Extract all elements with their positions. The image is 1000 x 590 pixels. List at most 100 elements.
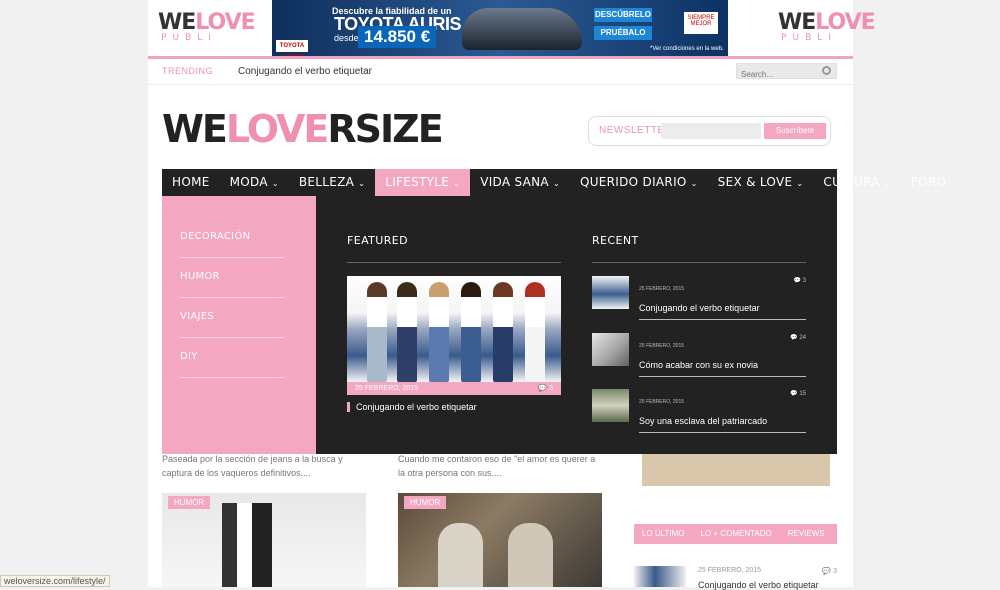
nav-item-sex-love[interactable]: SEX & LOVE ⌄ [708,169,814,196]
tab-lo-ultimo[interactable]: LO ÚLTIMO [634,524,693,544]
nav-label: QUERIDO DIARIO [579,175,687,189]
mega-cat-decoracion[interactable]: DECORACIÓN [180,219,284,258]
trending-link[interactable]: Conjugando el verbo etiquetar [238,66,372,77]
post-excerpt: Cuando me contaron eso de "el amor es qu… [398,454,596,478]
person-image [508,523,553,587]
nav-label: HOME [172,175,210,189]
nav-item-cultura[interactable]: CULTURA ⌄ [813,169,901,196]
divider [592,262,806,263]
nav-label: SEX & LOVE [717,175,793,189]
comment-count[interactable]: 💬 15 [790,390,806,397]
nav-label: FORO [910,175,947,189]
recent-title[interactable]: Soy una esclava del patriarcado [639,416,767,426]
nav-label: MODA [229,175,268,189]
comment-count-value: 3 [833,568,837,575]
publi-left[interactable]: WELOVE PUBLI [158,10,256,43]
nav-item-home[interactable]: HOME [162,169,220,196]
divider [639,376,806,377]
recent-date: 25 FEBRERO, 2015 [639,399,685,405]
recent-title[interactable]: Cómo acabar con su ex novia [639,360,758,370]
person-image [438,523,483,587]
recent-thumbnail [592,389,629,422]
comment-count-value: 15 [799,391,806,397]
post-card[interactable]: HUMOR [398,493,602,587]
mega-menu-categories: DECORACIÓN HUMOR VIAJES DIY [162,196,316,454]
banner-price: 14.850 € [358,26,437,48]
banner-try-button[interactable]: PRUÉBALO [594,26,652,40]
post-card[interactable]: HUMOR [162,493,366,587]
banner-discover-button[interactable]: DESCÚBRELO [594,8,652,22]
mega-cat-diy[interactable]: DIY [180,339,284,378]
sidebar-widget-image[interactable] [642,452,830,486]
recent-thumbnail [592,333,629,366]
featured-date: 25 FEBRERO, 2015 [355,385,419,392]
post-excerpt: Paseada por la sección de jeans a la bus… [162,454,343,478]
featured-title[interactable]: Conjugando el verbo etiquetar [347,402,477,412]
featured-heading: FEATURED [347,234,408,247]
status-bar-url: weloversize.com/lifestyle/ [0,575,110,587]
category-badge[interactable]: HUMOR [168,496,211,509]
nav-item-vida-sana[interactable]: VIDA SANA ⌄ [470,169,570,196]
recent-title[interactable]: Conjugando el verbo etiquetar [639,303,760,313]
recent-item[interactable]: 25 FEBRERO, 2015 💬 3 Conjugando el verbo… [592,276,806,332]
toyota-banner[interactable]: Descubre la fiabilidad de un TOYOTA AURI… [272,0,728,56]
post-date: 25 FEBRERO, 2015 [698,567,762,574]
publi-brand-a: WE [778,10,816,35]
search-icon[interactable] [822,66,831,75]
chevron-down-icon: ⌄ [358,179,366,188]
comment-count[interactable]: 💬 3 [538,382,553,395]
comment-icon: 💬 [790,391,800,397]
publi-right[interactable]: WELOVE PUBLI [778,10,876,43]
publi-brand-a: WE [158,10,196,35]
comment-icon: 💬 [538,385,550,392]
comment-icon: 💬 [790,335,800,341]
figure [461,282,481,382]
subscribe-button[interactable]: Suscríbete [764,123,826,139]
comment-count[interactable]: 💬 3 [794,277,806,284]
recent-thumbnail [592,276,629,309]
post-thumbnail [634,566,686,587]
chevron-down-icon: ⌄ [271,179,279,188]
comment-count-value: 3 [549,385,553,392]
search-input[interactable] [737,67,817,82]
logo-part-rsize: RSIZE [327,107,443,151]
mega-cat-viajes[interactable]: VIAJES [180,299,284,338]
featured-image[interactable] [347,276,561,382]
nav-label: VIDA SANA [480,175,549,189]
tab-reviews[interactable]: REVIEWS [780,524,833,544]
comment-count[interactable]: 💬 24 [790,334,806,341]
sidebar-post[interactable]: 25 FEBRERO, 2015 💬 3 Conjugando el verbo… [634,566,837,590]
nav-item-foro[interactable]: FORO [901,169,956,196]
tab-lo-mas-comentado[interactable]: LO + COMENTADO [693,524,780,544]
chevron-down-icon: ⌄ [453,179,461,188]
divider [347,262,561,263]
recent-item[interactable]: 25 FEBRERO, 2015 💬 24 Cómo acabar con su… [592,333,806,389]
chevron-down-icon: ⌄ [552,179,560,188]
recent-date: 25 FEBRERO, 2015 [639,343,685,349]
divider [639,319,806,320]
site-logo[interactable]: WELOVERSIZE [162,107,444,151]
divider [639,432,806,433]
recent-item[interactable]: 25 FEBRERO, 2015 💬 15 Soy una esclava de… [592,389,806,445]
toyota-logo: TOYOTA HYBRID [276,40,308,56]
banner-conditions: *Ver condiciones en la web. [650,46,724,52]
mega-cat-humor[interactable]: HUMOR [180,259,284,298]
chevron-down-icon: ⌄ [690,179,698,188]
nav-item-lifestyle[interactable]: LIFESTYLE ⌄ [375,169,471,196]
newsletter-email-input[interactable] [661,123,761,139]
post-title[interactable]: Conjugando el verbo etiquetar [698,580,819,590]
comment-count[interactable]: 💬 3 [822,567,837,575]
nav-item-moda[interactable]: MODA ⌄ [220,169,289,196]
mega-menu-panel: FEATURED RECENT 25 FEBRERO, 2015 💬 3 Con… [316,196,837,454]
search-box[interactable] [736,63,837,82]
featured-meta-bar: 25 FEBRERO, 2015 💬 3 [347,382,561,395]
nav-item-querido-diario[interactable]: QUERIDO DIARIO ⌄ [570,169,708,196]
nav-item-belleza[interactable]: BELLEZA ⌄ [289,169,375,196]
figure [429,282,449,382]
pink-divider [148,56,853,59]
recent-heading: RECENT [592,234,639,247]
figure [397,282,417,382]
page: WELOVE PUBLI Descubre la fiabilidad de u… [148,0,946,590]
sidebar-tabs: LO ÚLTIMO LO + COMENTADO REVIEWS [634,524,837,544]
category-badge[interactable]: HUMOR [404,496,447,509]
